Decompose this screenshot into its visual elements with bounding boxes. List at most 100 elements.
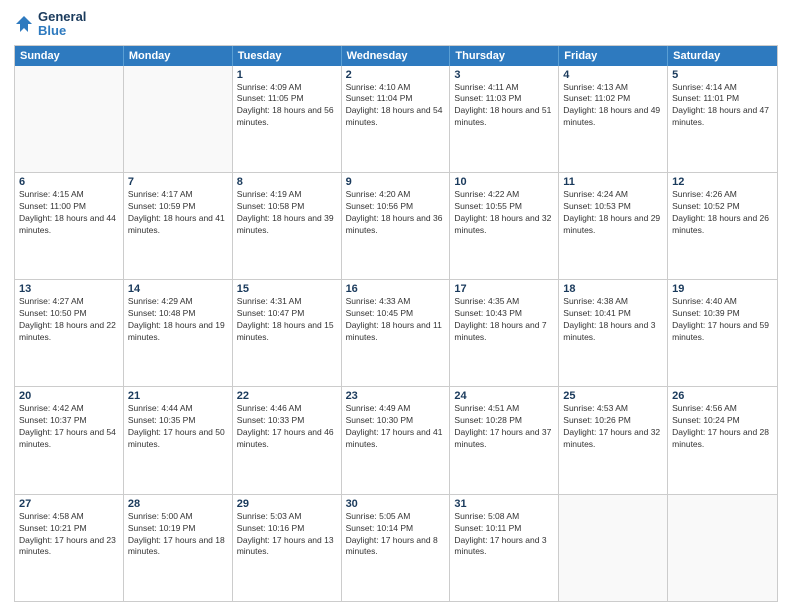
day-info: Sunrise: 5:08 AM Sunset: 10:11 PM Daylig…: [454, 511, 554, 559]
day-info: Sunrise: 5:05 AM Sunset: 10:14 PM Daylig…: [346, 511, 446, 559]
calendar-cell: 28Sunrise: 5:00 AM Sunset: 10:19 PM Dayl…: [124, 495, 233, 601]
day-number: 19: [672, 283, 773, 295]
day-number: 26: [672, 390, 773, 402]
day-info: Sunrise: 4:26 AM Sunset: 10:52 PM Daylig…: [672, 189, 773, 237]
calendar-cell: 18Sunrise: 4:38 AM Sunset: 10:41 PM Dayl…: [559, 280, 668, 386]
calendar-week-3: 13Sunrise: 4:27 AM Sunset: 10:50 PM Dayl…: [15, 279, 777, 386]
weekday-header-friday: Friday: [559, 46, 668, 66]
calendar-cell: 15Sunrise: 4:31 AM Sunset: 10:47 PM Dayl…: [233, 280, 342, 386]
day-info: Sunrise: 4:49 AM Sunset: 10:30 PM Daylig…: [346, 403, 446, 451]
day-number: 16: [346, 283, 446, 295]
day-number: 21: [128, 390, 228, 402]
day-number: 15: [237, 283, 337, 295]
weekday-header-wednesday: Wednesday: [342, 46, 451, 66]
calendar-cell: 14Sunrise: 4:29 AM Sunset: 10:48 PM Dayl…: [124, 280, 233, 386]
day-info: Sunrise: 4:31 AM Sunset: 10:47 PM Daylig…: [237, 296, 337, 344]
day-info: Sunrise: 5:00 AM Sunset: 10:19 PM Daylig…: [128, 511, 228, 559]
day-number: 13: [19, 283, 119, 295]
calendar-cell: 8Sunrise: 4:19 AM Sunset: 10:58 PM Dayli…: [233, 173, 342, 279]
calendar-cell: 27Sunrise: 4:58 AM Sunset: 10:21 PM Dayl…: [15, 495, 124, 601]
calendar-cell: [668, 495, 777, 601]
day-info: Sunrise: 4:14 AM Sunset: 11:01 PM Daylig…: [672, 82, 773, 130]
day-number: 25: [563, 390, 663, 402]
day-number: 9: [346, 176, 446, 188]
day-info: Sunrise: 4:33 AM Sunset: 10:45 PM Daylig…: [346, 296, 446, 344]
weekday-header-tuesday: Tuesday: [233, 46, 342, 66]
calendar-cell: 29Sunrise: 5:03 AM Sunset: 10:16 PM Dayl…: [233, 495, 342, 601]
day-number: 14: [128, 283, 228, 295]
calendar-week-1: 1Sunrise: 4:09 AM Sunset: 11:05 PM Dayli…: [15, 66, 777, 172]
weekday-header-monday: Monday: [124, 46, 233, 66]
calendar-week-5: 27Sunrise: 4:58 AM Sunset: 10:21 PM Dayl…: [15, 494, 777, 601]
day-info: Sunrise: 4:58 AM Sunset: 10:21 PM Daylig…: [19, 511, 119, 559]
weekday-header-saturday: Saturday: [668, 46, 777, 66]
day-number: 11: [563, 176, 663, 188]
day-number: 28: [128, 498, 228, 510]
calendar-cell: 2Sunrise: 4:10 AM Sunset: 11:04 PM Dayli…: [342, 66, 451, 172]
calendar-body: 1Sunrise: 4:09 AM Sunset: 11:05 PM Dayli…: [15, 66, 777, 601]
day-info: Sunrise: 4:10 AM Sunset: 11:04 PM Daylig…: [346, 82, 446, 130]
calendar-week-2: 6Sunrise: 4:15 AM Sunset: 11:00 PM Dayli…: [15, 172, 777, 279]
day-info: Sunrise: 4:13 AM Sunset: 11:02 PM Daylig…: [563, 82, 663, 130]
day-number: 4: [563, 69, 663, 81]
calendar-cell: 9Sunrise: 4:20 AM Sunset: 10:56 PM Dayli…: [342, 173, 451, 279]
calendar-cell: 13Sunrise: 4:27 AM Sunset: 10:50 PM Dayl…: [15, 280, 124, 386]
day-number: 31: [454, 498, 554, 510]
day-number: 12: [672, 176, 773, 188]
calendar-cell: 5Sunrise: 4:14 AM Sunset: 11:01 PM Dayli…: [668, 66, 777, 172]
logo-name-blue: Blue: [38, 24, 86, 38]
day-number: 20: [19, 390, 119, 402]
day-info: Sunrise: 4:19 AM Sunset: 10:58 PM Daylig…: [237, 189, 337, 237]
calendar-cell: 21Sunrise: 4:44 AM Sunset: 10:35 PM Dayl…: [124, 387, 233, 493]
calendar-cell: 20Sunrise: 4:42 AM Sunset: 10:37 PM Dayl…: [15, 387, 124, 493]
day-number: 7: [128, 176, 228, 188]
day-info: Sunrise: 4:35 AM Sunset: 10:43 PM Daylig…: [454, 296, 554, 344]
day-number: 2: [346, 69, 446, 81]
calendar-header: SundayMondayTuesdayWednesdayThursdayFrid…: [15, 46, 777, 66]
day-number: 23: [346, 390, 446, 402]
calendar-cell: [15, 66, 124, 172]
day-info: Sunrise: 4:22 AM Sunset: 10:55 PM Daylig…: [454, 189, 554, 237]
day-number: 6: [19, 176, 119, 188]
calendar-cell: 31Sunrise: 5:08 AM Sunset: 10:11 PM Dayl…: [450, 495, 559, 601]
day-info: Sunrise: 5:03 AM Sunset: 10:16 PM Daylig…: [237, 511, 337, 559]
header: General Blue: [14, 10, 778, 39]
weekday-header-sunday: Sunday: [15, 46, 124, 66]
day-number: 1: [237, 69, 337, 81]
day-number: 5: [672, 69, 773, 81]
day-info: Sunrise: 4:09 AM Sunset: 11:05 PM Daylig…: [237, 82, 337, 130]
day-info: Sunrise: 4:38 AM Sunset: 10:41 PM Daylig…: [563, 296, 663, 344]
calendar-cell: 7Sunrise: 4:17 AM Sunset: 10:59 PM Dayli…: [124, 173, 233, 279]
day-info: Sunrise: 4:42 AM Sunset: 10:37 PM Daylig…: [19, 403, 119, 451]
day-number: 30: [346, 498, 446, 510]
calendar-cell: 23Sunrise: 4:49 AM Sunset: 10:30 PM Dayl…: [342, 387, 451, 493]
day-info: Sunrise: 4:24 AM Sunset: 10:53 PM Daylig…: [563, 189, 663, 237]
day-info: Sunrise: 4:29 AM Sunset: 10:48 PM Daylig…: [128, 296, 228, 344]
calendar-cell: 6Sunrise: 4:15 AM Sunset: 11:00 PM Dayli…: [15, 173, 124, 279]
logo-name-general: General: [38, 10, 86, 24]
day-info: Sunrise: 4:20 AM Sunset: 10:56 PM Daylig…: [346, 189, 446, 237]
day-info: Sunrise: 4:51 AM Sunset: 10:28 PM Daylig…: [454, 403, 554, 451]
calendar-cell: 4Sunrise: 4:13 AM Sunset: 11:02 PM Dayli…: [559, 66, 668, 172]
calendar-cell: 17Sunrise: 4:35 AM Sunset: 10:43 PM Dayl…: [450, 280, 559, 386]
day-info: Sunrise: 4:44 AM Sunset: 10:35 PM Daylig…: [128, 403, 228, 451]
calendar-cell: 24Sunrise: 4:51 AM Sunset: 10:28 PM Dayl…: [450, 387, 559, 493]
calendar-cell: 26Sunrise: 4:56 AM Sunset: 10:24 PM Dayl…: [668, 387, 777, 493]
page: General Blue SundayMondayTuesdayWednesda…: [0, 0, 792, 612]
logo: General Blue: [14, 10, 86, 39]
day-number: 10: [454, 176, 554, 188]
calendar-cell: [124, 66, 233, 172]
day-number: 27: [19, 498, 119, 510]
day-number: 18: [563, 283, 663, 295]
day-info: Sunrise: 4:27 AM Sunset: 10:50 PM Daylig…: [19, 296, 119, 344]
calendar-cell: 22Sunrise: 4:46 AM Sunset: 10:33 PM Dayl…: [233, 387, 342, 493]
weekday-header-thursday: Thursday: [450, 46, 559, 66]
calendar-cell: [559, 495, 668, 601]
calendar-cell: 12Sunrise: 4:26 AM Sunset: 10:52 PM Dayl…: [668, 173, 777, 279]
calendar-cell: 10Sunrise: 4:22 AM Sunset: 10:55 PM Dayl…: [450, 173, 559, 279]
day-number: 17: [454, 283, 554, 295]
calendar-week-4: 20Sunrise: 4:42 AM Sunset: 10:37 PM Dayl…: [15, 386, 777, 493]
calendar-cell: 11Sunrise: 4:24 AM Sunset: 10:53 PM Dayl…: [559, 173, 668, 279]
day-number: 22: [237, 390, 337, 402]
calendar-cell: 19Sunrise: 4:40 AM Sunset: 10:39 PM Dayl…: [668, 280, 777, 386]
